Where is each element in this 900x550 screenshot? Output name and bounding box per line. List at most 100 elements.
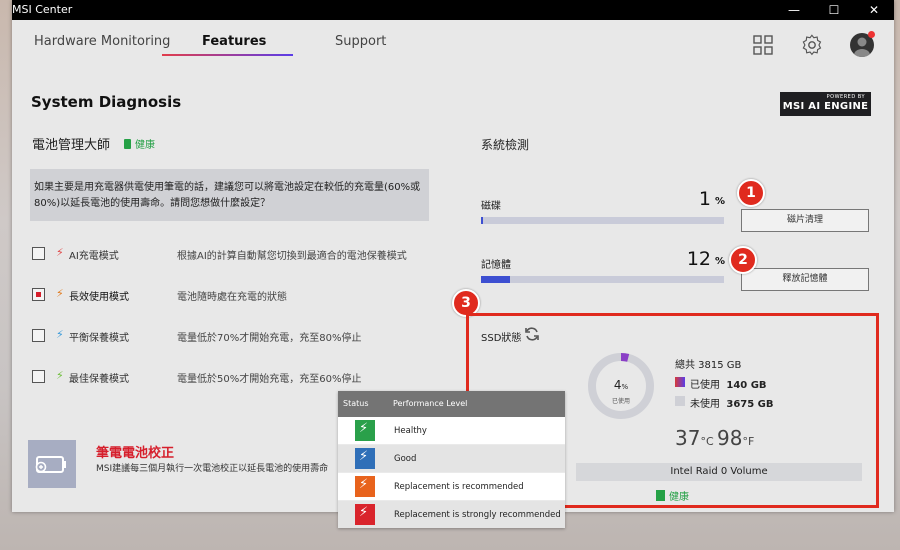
gear-icon[interactable]	[801, 34, 823, 56]
system-check-title: 系統檢測	[481, 138, 530, 152]
performance-column-header: Performance Level	[393, 399, 468, 408]
app-title: MSI Center	[12, 3, 73, 16]
callout-marker-2: 2	[729, 246, 757, 274]
used-legend-swatch	[675, 377, 685, 387]
ai-engine-logo: POWERED BY MSI AI ENGINE	[780, 92, 871, 116]
battery-section-title: 電池管理大師	[32, 138, 111, 153]
status-row-healthy: ⚡ Healthy	[338, 417, 565, 444]
memory-usage-fill	[481, 276, 511, 283]
battery-status: 健康	[124, 136, 155, 151]
mode-best-care[interactable]: ⚡ 最佳保養模式 電量低於50%才開始充電，充至60%停止	[32, 369, 452, 386]
lightning-icon: ⚡	[359, 421, 369, 436]
page-title: System Diagnosis	[31, 93, 182, 111]
disk-label: 磁碟	[481, 201, 501, 212]
mode-checkbox[interactable]	[32, 288, 45, 301]
ai-badge-small-text: POWERED BY	[826, 94, 865, 100]
mode-description: 根據AI的計算自動幫您切換到最適合的電池保養模式	[177, 251, 407, 262]
mode-label: AI充電模式	[69, 251, 119, 262]
battery-calibration-description: MSI建議每三個月執行一次電池校正以延長電池的使用壽命	[96, 464, 329, 474]
status-level-text: Replacement is strongly recommended	[394, 510, 561, 520]
battery-calibration-icon	[35, 456, 66, 473]
temp-f-value: 98	[717, 426, 743, 450]
mode-description: 電量低於70%才開始充電，充至80%停止	[177, 333, 362, 344]
disk-cleanup-button[interactable]: 磁片清理	[741, 209, 869, 232]
free-legend-label: 未使用	[690, 399, 720, 410]
refresh-icon[interactable]	[524, 326, 540, 342]
battery-status-text: 健康	[135, 140, 155, 151]
mode-description: 電量低於50%才開始充電，充至60%停止	[177, 374, 362, 385]
ssd-health-text: 健康	[669, 492, 689, 503]
mode-checkbox[interactable]	[32, 370, 45, 383]
disk-usage-unit: %	[715, 196, 726, 207]
mode-label: 平衡保養模式	[69, 333, 129, 344]
ssd-volume-name: Intel Raid 0 Volume	[576, 463, 862, 481]
mode-ai-charge[interactable]: ⚡ AI充電模式 根據AI的計算自動幫您切換到最適合的電池保養模式	[32, 246, 452, 263]
disk-usage-fill	[481, 217, 484, 224]
grid-icon[interactable]	[752, 34, 774, 56]
ssd-temp-celsius: 37°C	[675, 426, 714, 450]
status-table-header: Status Performance Level	[338, 391, 565, 417]
ssd-health-status: 健康	[656, 488, 689, 503]
lightning-icon: ⚡	[56, 246, 64, 259]
lightning-icon: ⚡	[359, 449, 369, 464]
mode-label: 最佳保養模式	[69, 374, 129, 385]
temp-c-value: 37	[675, 426, 701, 450]
used-legend: 已使用 140 GB	[690, 376, 767, 391]
used-legend-label: 已使用	[690, 380, 720, 391]
memory-usage-value: 12	[686, 248, 711, 270]
disk-usage-bar	[481, 217, 724, 224]
status-level-text: Replacement is recommended	[394, 482, 524, 492]
used-legend-value: 140 GB	[726, 380, 767, 391]
status-row-replace-strongly: ⚡ Replacement is strongly recommended	[338, 501, 565, 528]
memory-label: 記憶體	[481, 260, 511, 271]
battery-question-line-2: 80%)以延長電池的使用壽命。請問您想做什麼設定？	[34, 198, 271, 209]
temp-f-unit: °F	[742, 435, 755, 448]
lightning-icon: ⚡	[56, 328, 64, 341]
ssd-health-icon	[656, 490, 665, 501]
minimize-button[interactable]: —	[774, 0, 814, 20]
battery-question-box: 如果主要是用充電器供電使用筆電的話，建議您可以將電池設定在較低的充電量(60%或…	[30, 169, 429, 221]
status-swatch: ⚡	[355, 448, 375, 469]
free-legend-swatch	[675, 396, 685, 406]
status-row-good: ⚡ Good	[338, 445, 565, 472]
tab-features[interactable]: Features	[202, 34, 266, 49]
battery-calibration-title: 筆電電池校正	[96, 446, 175, 461]
mode-description: 電池隨時處在充電的狀態	[177, 292, 287, 303]
ssd-used-caption: 已使用	[611, 398, 630, 405]
battery-icon	[124, 139, 131, 149]
mode-long-life[interactable]: ⚡ 長效使用模式 電池隨時處在充電的狀態	[32, 287, 452, 304]
ssd-used-percent: 4%	[586, 378, 656, 392]
status-legend-table: Status Performance Level ⚡ Healthy ⚡ Goo…	[338, 391, 565, 528]
lightning-icon: ⚡	[56, 287, 64, 300]
temp-c-unit: °C	[700, 435, 714, 448]
status-swatch: ⚡	[355, 420, 375, 441]
close-button[interactable]: ✕	[854, 0, 894, 20]
notification-dot	[868, 31, 875, 38]
mode-checkbox[interactable]	[32, 247, 45, 260]
battery-calibration-button[interactable]	[28, 440, 76, 488]
ssd-used-percent-unit: %	[621, 383, 629, 391]
memory-usage-bar	[481, 276, 724, 283]
memory-usage-unit: %	[715, 256, 726, 267]
callout-marker-1: 1	[737, 179, 765, 207]
status-level-text: Good	[394, 454, 417, 464]
free-legend-value: 3675 GB	[726, 399, 774, 410]
status-swatch: ⚡	[355, 504, 375, 525]
status-row-replace: ⚡ Replacement is recommended	[338, 473, 565, 500]
ssd-temp-fahrenheit: 98°F	[717, 426, 754, 450]
ssd-total-capacity: 總共 3815 GB	[675, 360, 742, 371]
free-memory-button[interactable]: 釋放記憶體	[741, 268, 869, 291]
ai-badge-main-text: MSI AI ENGINE	[782, 101, 869, 112]
ssd-status-title: SSD狀態	[481, 333, 522, 344]
mode-balanced[interactable]: ⚡ 平衡保養模式 電量低於70%才開始充電，充至80%停止	[32, 328, 452, 345]
battery-question-line-1: 如果主要是用充電器供電使用筆電的話，建議您可以將電池設定在較低的充電量(60%或	[34, 182, 421, 193]
tab-hardware-monitoring[interactable]: Hardware Monitoring	[34, 34, 170, 49]
mode-checkbox[interactable]	[32, 329, 45, 342]
tab-support[interactable]: Support	[335, 34, 386, 49]
maximize-button[interactable]: ☐	[814, 0, 854, 20]
status-column-header: Status	[343, 399, 369, 408]
lightning-icon: ⚡	[359, 477, 369, 492]
disk-usage-value: 1	[698, 188, 711, 210]
active-tab-underline	[162, 54, 293, 56]
status-swatch: ⚡	[355, 476, 375, 497]
